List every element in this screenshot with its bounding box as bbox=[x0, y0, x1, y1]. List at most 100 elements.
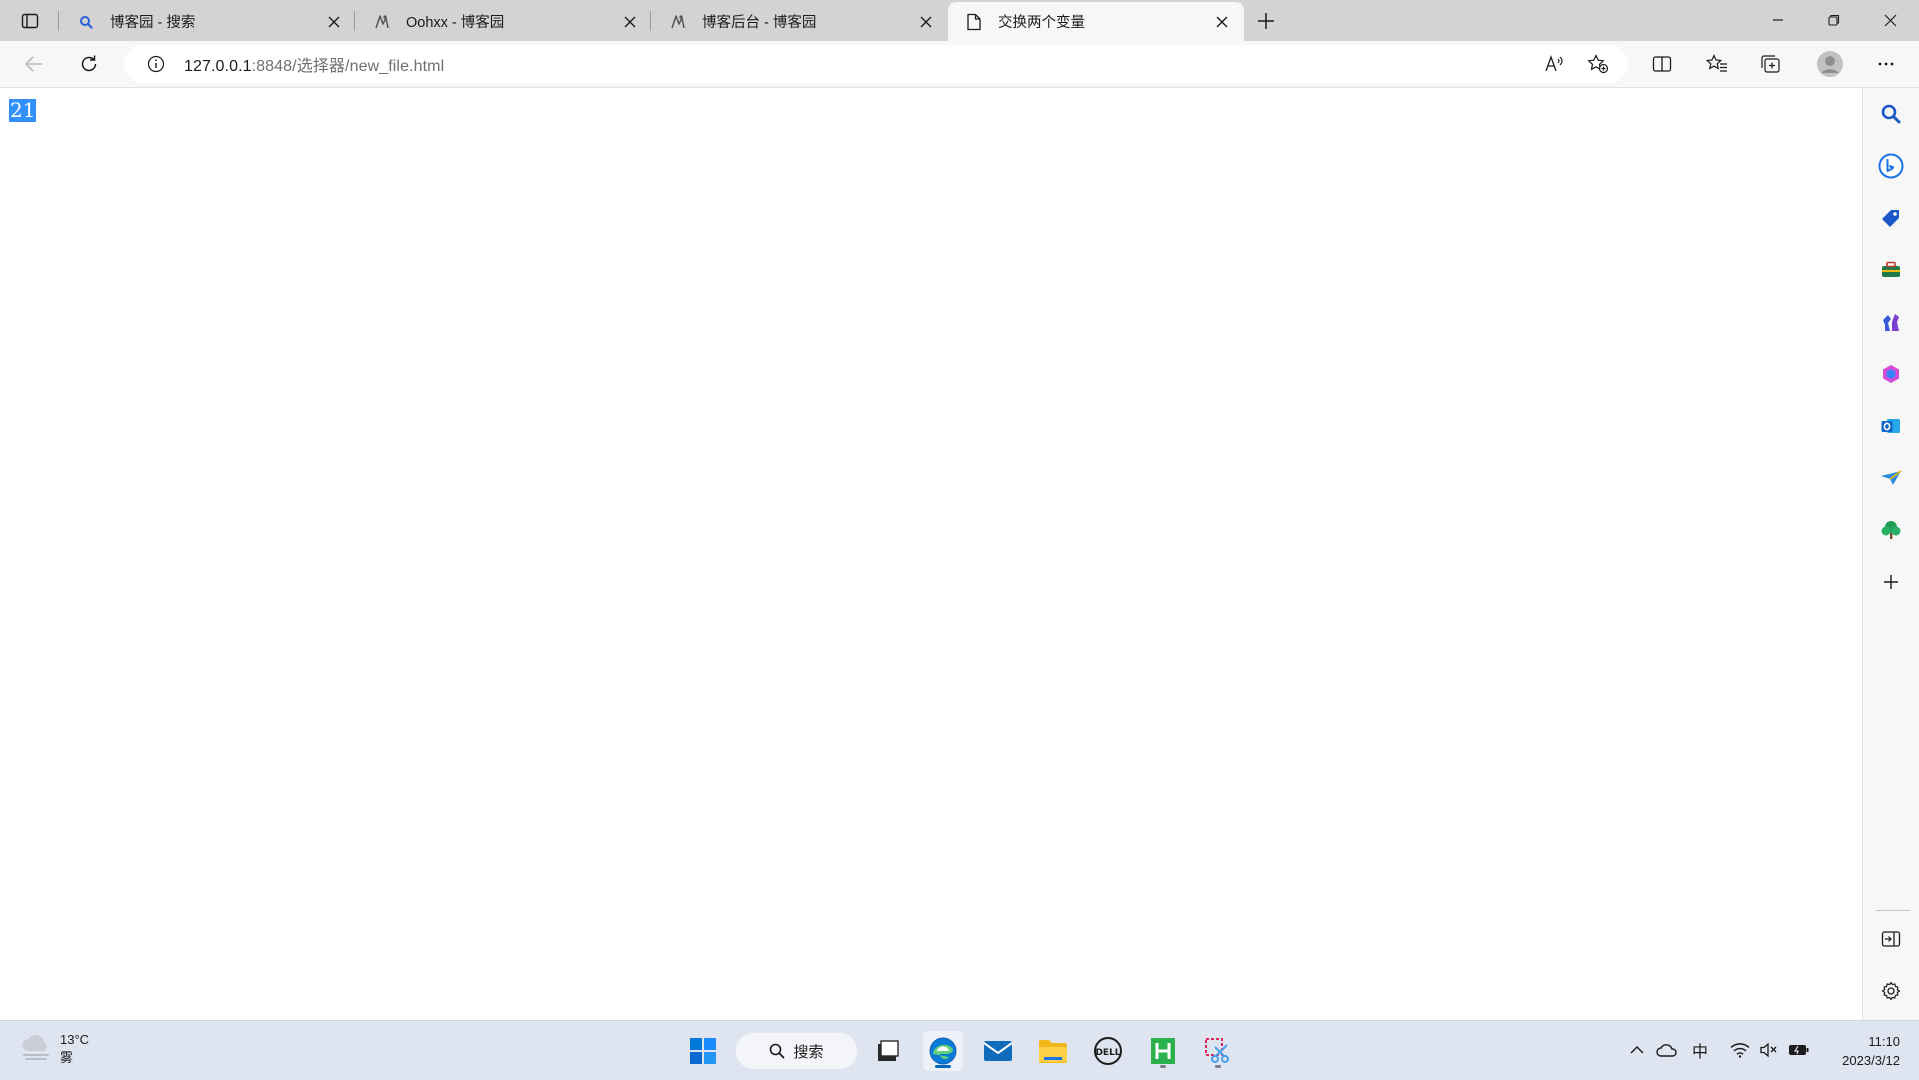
page-favicon-icon bbox=[964, 12, 984, 32]
weather-temperature: 13°C bbox=[60, 1032, 90, 1047]
volume-button[interactable] bbox=[1757, 1038, 1781, 1062]
back-button[interactable] bbox=[16, 47, 52, 81]
running-indicator bbox=[1215, 1065, 1221, 1068]
taskbar-snipping-button[interactable] bbox=[1198, 1031, 1238, 1071]
battery-button[interactable] bbox=[1787, 1038, 1811, 1062]
tab-separator bbox=[650, 11, 651, 31]
minimize-button[interactable] bbox=[1750, 0, 1806, 40]
clock-date: 2023/3/12 bbox=[1842, 1053, 1900, 1068]
url-text: 127.0.0.1:8848/选择器/new_file.html bbox=[184, 52, 444, 76]
taskview-button[interactable] bbox=[868, 1031, 908, 1071]
sidebar-search-icon[interactable] bbox=[1878, 101, 1904, 127]
read-aloud-icon bbox=[1544, 55, 1564, 73]
sidebar-shopping-icon[interactable] bbox=[1878, 205, 1904, 231]
taskbar-hbuilder-button[interactable] bbox=[1143, 1031, 1183, 1071]
tab-close-icon[interactable] bbox=[618, 10, 642, 34]
sidebar-add-icon[interactable] bbox=[1878, 569, 1904, 595]
show-hidden-icons-button[interactable] bbox=[1625, 1038, 1649, 1062]
url-path: :8848/选择器/new_file.html bbox=[251, 58, 445, 75]
sidebar-divider bbox=[1876, 910, 1910, 911]
hide-sidebar-icon[interactable] bbox=[1878, 926, 1904, 952]
split-screen-button[interactable] bbox=[1644, 47, 1680, 81]
close-window-button[interactable] bbox=[1862, 0, 1918, 40]
edge-icon bbox=[928, 1036, 958, 1066]
start-button[interactable] bbox=[683, 1031, 723, 1071]
favorites-icon bbox=[1706, 54, 1728, 74]
system-clock[interactable]: 11:10 2023/3/12 bbox=[1820, 1032, 1900, 1070]
weather-condition: 雾 bbox=[60, 1050, 74, 1065]
folder-icon bbox=[1038, 1038, 1068, 1064]
tab-strip: 博客园 - 搜索 Oohxx - 博客园 博客后台 - 博客园 交换两个变量 bbox=[0, 0, 1919, 41]
plus-icon bbox=[1257, 12, 1275, 30]
cnblogs-favicon-icon bbox=[372, 12, 392, 32]
add-favorite-button[interactable] bbox=[1582, 49, 1614, 79]
cnblogs-favicon-icon bbox=[668, 12, 688, 32]
new-tab-button[interactable] bbox=[1250, 6, 1282, 36]
tab-blog-admin[interactable]: 博客后台 - 博客园 bbox=[652, 2, 948, 41]
tab-swap-variables[interactable]: 交换两个变量 bbox=[948, 2, 1244, 41]
ime-indicator[interactable]: 中 bbox=[1688, 1038, 1712, 1062]
tab-title: 博客园 - 搜索 bbox=[110, 15, 196, 31]
taskbar-dell-button[interactable]: DELL bbox=[1088, 1031, 1128, 1071]
chevron-up-icon bbox=[1630, 1045, 1644, 1055]
weather-widget[interactable]: 13°C 雾 bbox=[20, 1031, 89, 1067]
tab-actions-button[interactable] bbox=[12, 8, 48, 34]
windows-logo-icon bbox=[689, 1037, 717, 1065]
battery-charging-icon bbox=[1788, 1043, 1810, 1057]
sidebar-bing-icon[interactable] bbox=[1878, 153, 1904, 179]
back-arrow-icon bbox=[24, 55, 44, 73]
tab-separator bbox=[354, 11, 355, 31]
refresh-button[interactable] bbox=[71, 47, 107, 81]
minimize-icon bbox=[1772, 14, 1784, 26]
tab-title: 博客后台 - 博客园 bbox=[702, 15, 817, 31]
tab-title: 交换两个变量 bbox=[998, 15, 1085, 31]
restore-icon bbox=[1828, 14, 1840, 26]
sidebar-tree-icon[interactable] bbox=[1878, 517, 1904, 543]
site-info-icon[interactable] bbox=[144, 52, 168, 76]
settings-more-button[interactable] bbox=[1868, 47, 1904, 81]
taskbar-search-button[interactable]: 搜索 bbox=[735, 1032, 858, 1070]
tab-close-icon[interactable] bbox=[1210, 10, 1234, 34]
tab-separator bbox=[58, 11, 59, 31]
avatar-icon bbox=[1816, 50, 1844, 78]
page-content: 21 bbox=[0, 88, 1862, 1020]
tab-close-icon[interactable] bbox=[914, 10, 938, 34]
mail-icon bbox=[983, 1039, 1013, 1063]
sidebar-outlook-icon[interactable] bbox=[1878, 413, 1904, 439]
collections-button[interactable] bbox=[1753, 47, 1789, 81]
sidebar-games-icon[interactable] bbox=[1878, 309, 1904, 335]
restore-button[interactable] bbox=[1806, 0, 1862, 40]
search-favicon-icon bbox=[76, 12, 96, 32]
address-bar[interactable]: 127.0.0.1:8848/选择器/new_file.html bbox=[124, 45, 1628, 83]
taskbar-edge-button[interactable] bbox=[923, 1031, 963, 1071]
sidebar-tools-icon[interactable] bbox=[1878, 257, 1904, 283]
selected-text[interactable]: 21 bbox=[9, 99, 37, 122]
read-aloud-button[interactable] bbox=[1538, 49, 1570, 79]
favorites-button[interactable] bbox=[1699, 47, 1735, 81]
profile-button[interactable] bbox=[1812, 47, 1848, 81]
tab-search[interactable]: 博客园 - 搜索 bbox=[60, 2, 356, 41]
dell-icon: DELL bbox=[1093, 1036, 1123, 1066]
split-screen-icon bbox=[1652, 55, 1672, 73]
cloud-fog-icon bbox=[20, 1034, 52, 1064]
close-icon bbox=[1884, 14, 1897, 27]
collections-icon bbox=[1760, 54, 1782, 74]
tab-close-icon[interactable] bbox=[322, 10, 346, 34]
clock-time: 11:10 bbox=[1868, 1034, 1900, 1049]
tab-oohxx[interactable]: Oohxx - 博客园 bbox=[356, 2, 652, 41]
onedrive-button[interactable] bbox=[1655, 1038, 1679, 1062]
onedrive-cloud-icon bbox=[1656, 1042, 1678, 1058]
wifi-button[interactable] bbox=[1728, 1038, 1752, 1062]
hbuilder-icon bbox=[1149, 1036, 1177, 1066]
taskbar: 13°C 雾 搜索 DELL 中 11:10 2023/3/12 bbox=[0, 1020, 1919, 1080]
sidebar-drop-icon[interactable] bbox=[1878, 465, 1904, 491]
task-view-icon bbox=[875, 1038, 901, 1064]
more-dots-icon bbox=[1877, 61, 1895, 67]
sidebar-settings-gear-icon[interactable] bbox=[1878, 978, 1904, 1004]
taskbar-mail-button[interactable] bbox=[978, 1031, 1018, 1071]
taskbar-explorer-button[interactable] bbox=[1033, 1031, 1073, 1071]
snipping-tool-icon bbox=[1203, 1036, 1233, 1066]
sidebar-office-icon[interactable] bbox=[1878, 361, 1904, 387]
taskbar-search-label: 搜索 bbox=[793, 1043, 824, 1061]
wifi-icon bbox=[1730, 1042, 1750, 1058]
